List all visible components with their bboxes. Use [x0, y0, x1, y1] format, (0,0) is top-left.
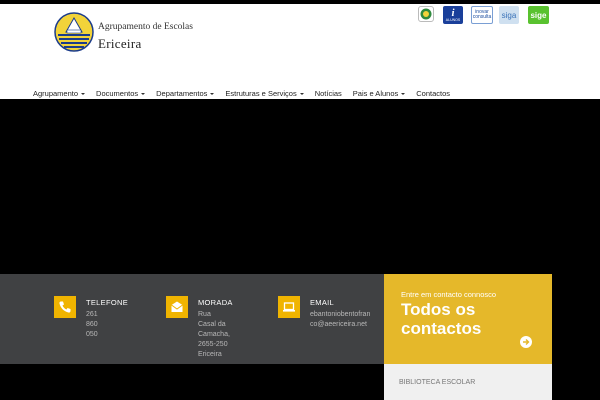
address-line: Camacha, — [198, 331, 230, 338]
all-contacts-cta[interactable]: Entre em contacto connosco Todos os cont… — [384, 274, 552, 364]
cta-subtitle: Entre em contacto connosco — [401, 290, 497, 299]
arrow-right-circle-icon[interactable] — [520, 336, 532, 348]
nav-label: Contactos — [416, 89, 451, 98]
badge-siga-label: siga — [501, 10, 517, 20]
caret-down-icon — [210, 92, 215, 95]
contact-bar: TELEFONE 261 860 050 MORADA Rua Casal da… — [0, 274, 384, 364]
seal-icon — [420, 8, 432, 20]
address-line: 2655-250 Ericeira — [198, 341, 228, 358]
nav-label: Notícias — [314, 89, 342, 98]
badge-sige-label: sige — [530, 10, 547, 20]
contact-address-text: Rua Casal da Camacha, 2655-250 Ericeira — [198, 310, 230, 360]
partner-badge-inovar-consulta[interactable]: inovar consulta — [471, 6, 493, 24]
nav-item-contactos[interactable]: Contactos — [416, 89, 450, 98]
caret-down-icon — [141, 92, 146, 95]
biblioteca-escolar-panel[interactable]: BIBLIOTECA ESCOLAR — [384, 364, 552, 400]
contact-phone-title: TELEFONE — [86, 298, 128, 307]
partner-badge-i-alunos[interactable]: i ALUNOS — [443, 6, 463, 24]
biblioteca-label: BIBLIOTECA ESCOLAR — [399, 379, 476, 386]
main-nav: Agrupamento Documentos Departamentos Est… — [33, 89, 461, 98]
cta-title: Todos os contactos — [401, 300, 481, 338]
email-line: ebantoniobentofran — [310, 311, 371, 318]
caret-down-icon — [299, 92, 304, 95]
nav-item-departamentos[interactable]: Departamentos — [156, 89, 215, 98]
nav-item-estruturas-servicos[interactable]: Estruturas e Serviços — [225, 89, 304, 98]
laptop-icon — [278, 296, 300, 318]
badge-consulta-label: consulta — [472, 14, 492, 20]
address-line: Rua Casal da — [198, 311, 226, 328]
caret-down-icon — [401, 92, 406, 95]
nav-label: Documentos — [96, 89, 139, 98]
email-line: co@aeericeira.net — [310, 321, 367, 328]
contact-phone-number[interactable]: 261 860 050 — [86, 310, 98, 340]
nav-item-documentos[interactable]: Documentos — [96, 89, 146, 98]
nav-label: Departamentos — [156, 89, 208, 98]
hero-slider[interactable] — [0, 99, 600, 274]
envelope-icon — [166, 296, 188, 318]
cta-title-line: contactos — [401, 319, 482, 338]
site-header: Agrupamento de Escolas Ericeira i ALUNOS… — [0, 4, 600, 99]
school-crest-icon[interactable] — [54, 12, 94, 52]
brand-subtitle[interactable]: Agrupamento de Escolas — [98, 22, 193, 32]
cta-title-line: Todos os — [401, 300, 476, 319]
nav-label: Estruturas e Serviços — [225, 89, 297, 98]
nav-item-pais-alunos[interactable]: Pais e Alunos — [352, 89, 406, 98]
nav-item-noticias[interactable]: Notícias — [315, 89, 342, 98]
contact-email-title: EMAIL — [310, 298, 335, 307]
contact-email-address[interactable]: ebantoniobentofran co@aeericeira.net — [310, 310, 370, 330]
nav-label: Agrupamento — [33, 89, 79, 98]
nav-label: Pais e Alunos — [352, 89, 399, 98]
nav-item-agrupamento[interactable]: Agrupamento — [33, 89, 86, 98]
contact-address-title: MORADA — [198, 298, 233, 307]
phone-icon — [54, 296, 76, 318]
badge-alunos-label: ALUNOS — [445, 17, 461, 22]
partner-badge-sige[interactable]: sige — [528, 6, 549, 24]
partner-badge-seal[interactable] — [418, 6, 434, 22]
partner-badge-siga[interactable]: siga — [499, 6, 519, 24]
brand-title[interactable]: Ericeira — [98, 36, 142, 52]
caret-down-icon — [81, 92, 86, 95]
